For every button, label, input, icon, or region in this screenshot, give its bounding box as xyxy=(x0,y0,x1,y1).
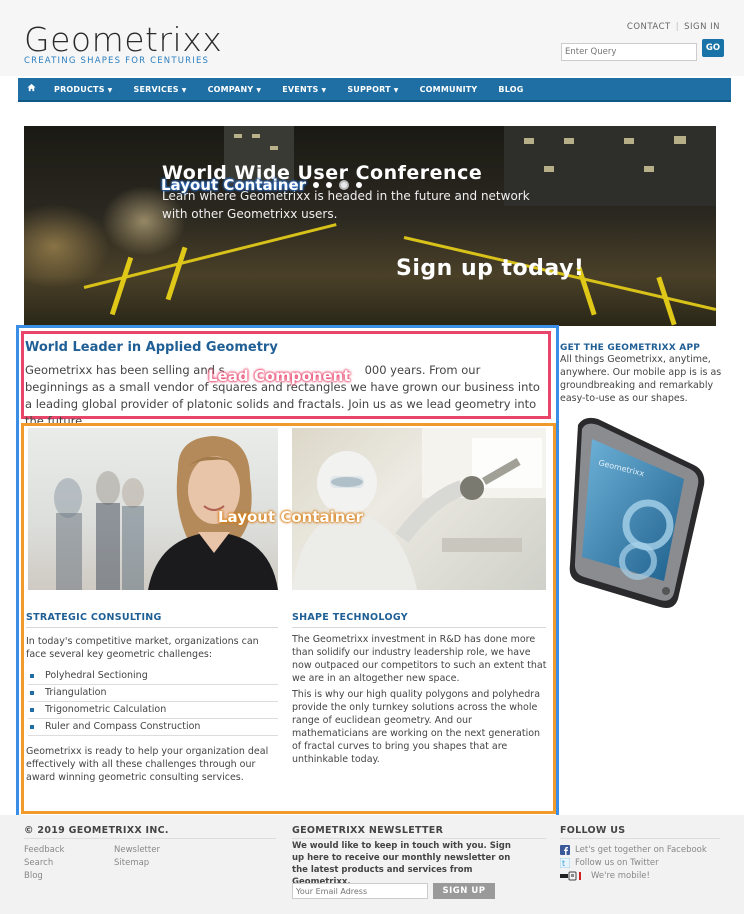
footer-link-blog[interactable]: Blog xyxy=(24,871,43,881)
building-window xyxy=(624,138,634,144)
search-form: GO xyxy=(561,39,724,61)
list-item: Trigonometric Calculation xyxy=(28,702,278,719)
nav-blog-label: BLOG xyxy=(498,84,524,94)
nav-products-label: PRODUCTS xyxy=(54,84,105,94)
building-window xyxy=(270,146,278,150)
newsletter-email-input[interactable] xyxy=(292,883,428,899)
chevron-down-icon: ▼ xyxy=(181,86,187,94)
divider: | xyxy=(675,22,680,32)
list-item: Ruler and Compass Construction xyxy=(28,719,278,736)
follow-mobile-label: We're mobile! xyxy=(591,871,650,881)
newsletter-title: GEOMETRIXX NEWSLETTER xyxy=(292,825,444,836)
footer-link-newsletter[interactable]: Newsletter xyxy=(114,845,160,855)
shape-paragraph-2: This is why our high quality polygons an… xyxy=(292,689,541,765)
app-promo-text: All things Geometrixx, anytime, anywhere… xyxy=(560,354,722,404)
nav-support[interactable]: SUPPORT ▼ xyxy=(347,85,398,94)
search-go-button[interactable]: GO xyxy=(702,39,724,57)
strategic-outro: Geometrixx is ready to help your organiz… xyxy=(26,746,269,783)
phone-image[interactable]: Geometrixx xyxy=(566,413,712,613)
follow-mobile[interactable]: We're mobile! xyxy=(560,871,650,881)
building-window xyxy=(524,138,534,144)
hero-banner[interactable]: World Wide User Conference Learn where G… xyxy=(24,126,716,326)
logo-tagline: CREATING SHAPES FOR CENTURIES xyxy=(24,56,210,66)
twitter-icon: t xyxy=(559,857,571,869)
divider xyxy=(560,838,720,839)
newsletter-signup-button[interactable]: SIGN UP xyxy=(433,883,495,899)
layout-container-label-text: Layout Container xyxy=(161,176,307,194)
chevron-down-icon: ▼ xyxy=(393,86,399,94)
chevron-down-icon: ▼ xyxy=(321,86,327,94)
strategic-consulting-title: STRATEGIC CONSULTING xyxy=(26,612,162,623)
divider xyxy=(292,627,546,628)
lead-component-label: Lead Component xyxy=(208,367,351,385)
building-window xyxy=(564,138,574,144)
divider xyxy=(26,627,278,628)
nav-support-label: SUPPORT xyxy=(347,84,391,94)
chevron-down-icon: ▼ xyxy=(256,86,262,94)
follow-twitter[interactable]: t Follow us on Twitter xyxy=(559,857,659,869)
nav-company-label: COMPANY xyxy=(207,84,254,94)
sign-in-link[interactable]: SIGN IN xyxy=(684,22,720,32)
nav-community[interactable]: COMMUNITY xyxy=(420,85,478,94)
main-nav: PRODUCTS ▼ SERVICES ▼ COMPANY ▼ EVENTS ▼ SUP… xyxy=(18,78,731,102)
layout-container-label-top: Layout Container xyxy=(161,176,363,194)
divider xyxy=(292,838,546,839)
building-window xyxy=(252,134,260,138)
slide-dot-2[interactable] xyxy=(326,182,333,188)
follow-us-title: FOLLOW US xyxy=(560,825,626,836)
nav-community-label: COMMUNITY xyxy=(419,84,478,94)
divider xyxy=(24,838,276,839)
layout-container-label: Layout Container xyxy=(218,508,364,526)
nav-events[interactable]: EVENTS ▼ xyxy=(282,85,326,94)
nav-blog[interactable]: BLOG xyxy=(498,85,523,94)
top-links: CONTACT | SIGN IN xyxy=(627,22,720,32)
building-window xyxy=(544,166,554,172)
challenges-list: Polyhedral Sectioning Triangulation Trig… xyxy=(28,668,278,736)
footer-copyright: © 2019 GEOMETRIXX INC. xyxy=(24,825,169,836)
app-promo-title: GET THE GEOMETRIXX APP xyxy=(560,343,701,353)
newsletter-text: We would like to keep in touch with you.… xyxy=(292,841,511,887)
list-item: Polyhedral Sectioning xyxy=(28,668,278,685)
nav-services-label: SERVICES xyxy=(133,84,179,94)
follow-facebook-label: Let's get together on Facebook xyxy=(575,845,707,855)
slide-dot-1[interactable] xyxy=(313,182,320,188)
facebook-icon xyxy=(560,845,570,855)
bridge-post xyxy=(165,246,188,301)
nav-products[interactable]: PRODUCTS ▼ xyxy=(54,85,112,94)
slide-dot-3[interactable] xyxy=(339,180,350,190)
building-window xyxy=(234,134,242,138)
footer-link-feedback[interactable]: Feedback xyxy=(24,845,64,855)
shape-technology-title: SHAPE TECHNOLOGY xyxy=(292,612,408,623)
site-header: Geometrixx CREATING SHAPES FOR CENTURIES… xyxy=(0,0,744,76)
list-item: Triangulation xyxy=(28,685,278,702)
follow-facebook[interactable]: Let's get together on Facebook xyxy=(560,845,707,855)
building-window xyxy=(674,136,686,144)
nav-events-label: EVENTS xyxy=(282,84,319,94)
hero-cta[interactable]: Sign up today! xyxy=(396,256,584,281)
footer-link-search[interactable]: Search xyxy=(24,858,53,868)
building-window xyxy=(644,166,654,172)
lead-title: World Leader in Applied Geometry xyxy=(25,340,278,355)
bridge-post xyxy=(109,256,134,316)
slide-dot-4[interactable] xyxy=(356,182,363,188)
nav-company[interactable]: COMPANY ▼ xyxy=(208,85,262,94)
contact-link[interactable]: CONTACT xyxy=(627,22,671,32)
svg-text:t: t xyxy=(562,859,565,868)
footer-link-sitemap[interactable]: Sitemap xyxy=(114,858,149,868)
home-icon[interactable] xyxy=(24,83,38,95)
mobile-icon xyxy=(560,871,586,881)
logo[interactable]: Geometrixx CREATING SHAPES FOR CENTURIES xyxy=(24,20,223,66)
strategic-intro: In today's competitive market, organizat… xyxy=(26,636,259,660)
chevron-down-icon: ▼ xyxy=(107,86,113,94)
search-input[interactable] xyxy=(561,43,697,61)
shape-paragraph-1: The Geometrixx investment in R&D has don… xyxy=(292,634,547,684)
lead-text-start: Geometrixx has been selling and s xyxy=(25,363,225,377)
nav-services[interactable]: SERVICES ▼ xyxy=(133,85,186,94)
follow-twitter-label: Follow us on Twitter xyxy=(575,858,659,868)
logo-title: Geometrixx xyxy=(24,20,223,59)
